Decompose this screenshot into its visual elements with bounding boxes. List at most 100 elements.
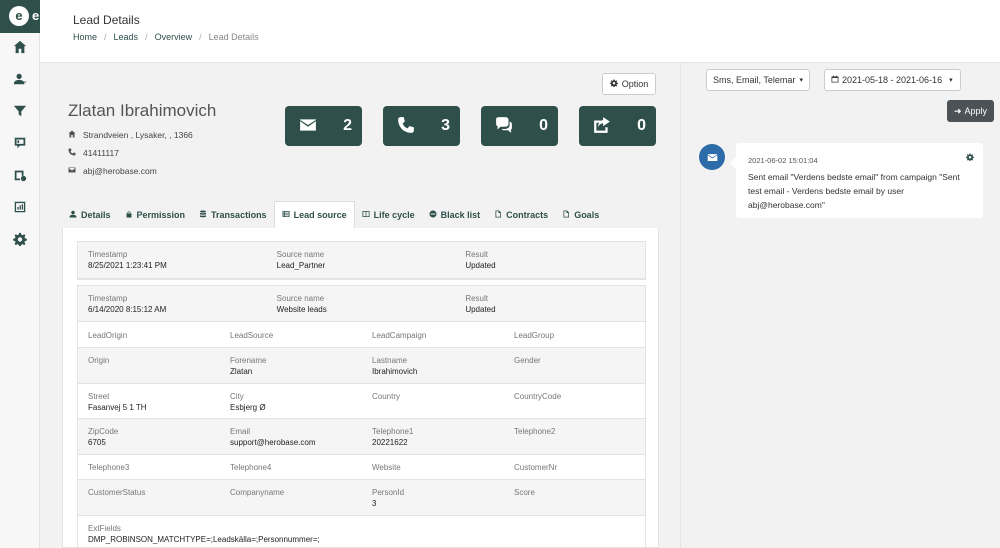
sms-count-card[interactable]: 0 [481, 106, 558, 146]
breadcrumb-separator: / [199, 32, 202, 42]
sms-count: 0 [539, 117, 548, 134]
timeline-item[interactable]: 2021-06-02 15:01:04 Sent email "Verdens … [730, 143, 983, 218]
table-row: Telephone3 Telephone4 Website CustomerNr [78, 455, 645, 480]
timestamp-cell: Timestamp 8/25/2021 1:23:41 PM [88, 250, 167, 270]
home-icon[interactable] [10, 37, 30, 57]
lead-source-panel: Timestamp 8/25/2021 1:23:41 PM Source nam… [62, 228, 659, 548]
field-gender: Gender [514, 356, 541, 365]
tab-label: Black list [440, 209, 481, 220]
users-icon[interactable] [10, 69, 30, 89]
tab-label: Lead source [293, 210, 347, 220]
field-lastname: Lastname Ibrahimovich [372, 356, 418, 376]
tab-label: Life cycle [373, 209, 415, 220]
list-icon [282, 210, 290, 220]
address-text: Strandveien , Lysaker, , 1366 [83, 130, 193, 140]
settings-icon[interactable] [10, 229, 30, 249]
calendar-phone-icon[interactable] [10, 165, 30, 185]
lead-fields-table: Timestamp 6/14/2020 8:15:12 AM Source nam… [77, 285, 646, 548]
minus-circle-icon [429, 210, 437, 220]
arrow-right-icon: ➜ [953, 105, 962, 116]
result-cell: Result Updated [465, 250, 496, 270]
field-country-code: CountryCode [514, 392, 562, 401]
lead-source-history: Timestamp 8/25/2021 1:23:41 PM Source nam… [77, 241, 646, 280]
breadcrumb-separator: / [104, 32, 107, 42]
database-icon [199, 210, 207, 220]
field-forename: Forename Zlatan [230, 356, 267, 376]
home-icon [68, 130, 76, 140]
table-row: ExtFields DMP_ROBINSON_MATCHTYPE=;Leadskä… [78, 516, 645, 548]
option-button[interactable]: Option [602, 73, 656, 95]
lead-email: abj@herobase.com [68, 166, 157, 176]
filter-icon[interactable] [10, 101, 30, 121]
gear-icon [609, 79, 618, 89]
tab-life-cycle[interactable]: Life cycle [355, 201, 422, 228]
table-row: Origin Forename Zlatan Lastname Ibrahimovi… [78, 348, 645, 384]
apply-label: Apply [964, 106, 988, 116]
channel-select-value: Sms, Email, Telemarket [713, 75, 796, 85]
lead-name: Zlatan Ibrahimovich [68, 101, 217, 120]
date-range-picker[interactable]: 2021-05-18 - 2021-06-16 ▾ [824, 69, 961, 91]
lead-address: Strandveien , Lysaker, , 1366 [68, 130, 193, 140]
field-zip-code: ZipCode 6705 [88, 427, 119, 447]
field-country: Country [372, 392, 401, 401]
email-count: 2 [343, 117, 352, 134]
field-telephone4: Telephone4 [230, 463, 272, 472]
tab-lead-source[interactable]: Lead source [273, 201, 355, 228]
breadcrumb-current: Lead Details [208, 32, 259, 42]
table-row: Street Fasanvej 5 1 TH City Esbjerg Ø Coun… [78, 384, 645, 419]
call-count: 3 [441, 117, 450, 134]
field-customer-status: CustomerStatus [88, 488, 146, 497]
field-street: Street Fasanvej 5 1 TH [88, 392, 147, 412]
tab-label: Details [81, 209, 111, 220]
tab-label: Contracts [506, 209, 549, 220]
campaign-icon[interactable] [10, 133, 30, 153]
tab-black-list[interactable]: Black list [422, 201, 488, 228]
result-cell: Result Updated [465, 294, 496, 314]
tab-permission[interactable]: Permission [118, 201, 193, 228]
share-count-card[interactable]: 0 [579, 106, 656, 146]
timeline-email-icon [699, 144, 725, 170]
timeline-timestamp: 2021-06-02 15:01:04 [748, 156, 818, 165]
email-count-card[interactable]: 2 [285, 106, 362, 146]
field-telephone3: Telephone3 [88, 463, 130, 472]
table-row: CustomerStatus Companyname PersonId 3 Sco… [78, 480, 645, 516]
source-name-cell: Source name Website leads [276, 294, 327, 314]
apply-button[interactable]: ➜ Apply [947, 100, 994, 122]
share-count: 0 [637, 117, 646, 134]
table-row: ZipCode 6705 Email support@herobase.com Te… [78, 419, 645, 455]
tab-details[interactable]: Details [62, 201, 118, 228]
envelope-icon [68, 166, 76, 176]
comments-icon [495, 116, 513, 136]
breadcrumb-home[interactable]: Home [73, 32, 97, 42]
date-range-value: 2021-05-18 - 2021-06-16 [842, 75, 943, 85]
breadcrumb-separator: / [145, 32, 148, 42]
field-company-name: Companyname [230, 488, 285, 497]
field-lead-origin: LeadOrigin [88, 331, 128, 340]
timeline-text: Sent email "Verdens bedste email" from c… [748, 172, 960, 210]
channel-select[interactable]: Sms, Email, Telemarket ▾ [706, 69, 810, 91]
breadcrumb-leads[interactable]: Leads [114, 32, 139, 42]
lead-tabs: Details Permission Transactions Lead sou… [62, 201, 606, 228]
field-email: Email support@herobase.com [230, 427, 316, 447]
tab-transactions[interactable]: Transactions [192, 201, 274, 228]
logo-letter: e [32, 8, 40, 23]
field-telephone2: Telephone2 [514, 427, 556, 436]
breadcrumb-overview[interactable]: Overview [155, 32, 193, 42]
user-icon [69, 210, 77, 220]
caret-down-icon: ▾ [799, 77, 803, 84]
field-score: Score [514, 488, 535, 497]
tab-label: Transactions [211, 209, 267, 220]
tab-goals[interactable]: Goals [555, 201, 606, 228]
share-icon [593, 116, 611, 136]
sidebar: e e [0, 0, 40, 548]
tab-contracts[interactable]: Contracts [487, 201, 555, 228]
breadcrumb: Home / Leads / Overview / Lead Details [73, 32, 259, 42]
option-label: Option [621, 79, 649, 89]
table-row: LeadOrigin LeadSource LeadCampaign LeadG… [78, 322, 645, 348]
gear-icon[interactable] [966, 153, 974, 161]
call-count-card[interactable]: 3 [383, 106, 460, 146]
caret-down-icon: ▾ [949, 77, 953, 84]
calendar-icon [831, 75, 839, 85]
app-logo[interactable]: e e [0, 0, 40, 33]
reports-icon[interactable] [10, 197, 30, 217]
